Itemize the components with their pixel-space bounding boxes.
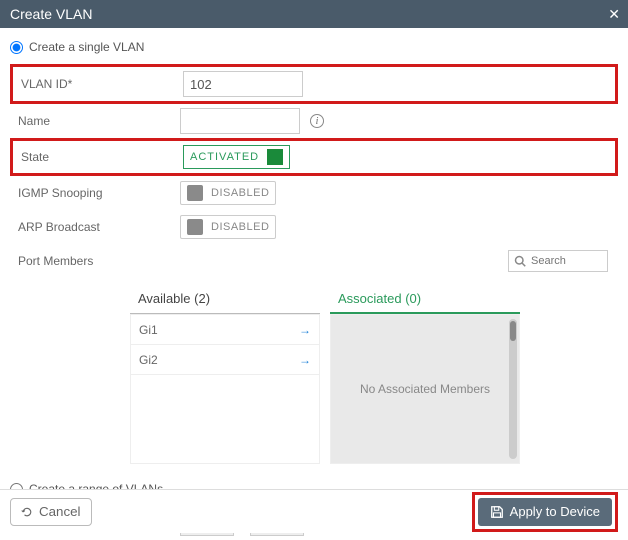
associated-panel: Associated (0) No Associated Members <box>330 284 520 464</box>
port-members-label: Port Members <box>10 254 180 268</box>
close-icon[interactable]: ✕ <box>608 0 620 28</box>
cancel-button[interactable]: Cancel <box>10 498 92 526</box>
list-item[interactable]: Gi1 → <box>131 315 319 345</box>
arrow-right-icon[interactable]: → <box>299 353 311 367</box>
dialog-footer: Cancel Apply to Device <box>0 489 628 533</box>
port-name: Gi1 <box>139 323 158 337</box>
state-value: ACTIVATED <box>190 151 259 163</box>
state-label: State <box>13 150 183 164</box>
associated-empty-label: No Associated Members <box>360 382 490 396</box>
arp-value: DISABLED <box>211 221 269 233</box>
dialog-titlebar: Create VLAN ✕ <box>0 0 628 28</box>
igmp-indicator-icon <box>187 185 203 201</box>
scrollbar[interactable] <box>509 319 517 459</box>
undo-icon <box>21 506 33 518</box>
apply-button[interactable]: Apply to Device <box>478 498 612 526</box>
list-item[interactable]: Gi2 → <box>131 345 319 375</box>
search-icon <box>514 255 526 267</box>
cancel-label: Cancel <box>39 504 81 519</box>
igmp-value: DISABLED <box>211 187 269 199</box>
port-name: Gi2 <box>139 353 158 367</box>
arp-toggle[interactable]: DISABLED <box>180 215 276 239</box>
info-icon[interactable]: i <box>310 114 324 128</box>
arrow-right-icon[interactable]: → <box>299 323 311 337</box>
dialog-title: Create VLAN <box>10 6 92 22</box>
name-input[interactable] <box>180 108 300 134</box>
state-indicator-icon <box>267 149 283 165</box>
save-icon <box>490 505 504 519</box>
mode-single-input[interactable] <box>10 41 23 54</box>
associated-header: Associated (0) <box>330 284 520 314</box>
vlan-id-label: VLAN ID* <box>13 77 183 91</box>
mode-single-label: Create a single VLAN <box>29 40 144 54</box>
state-toggle[interactable]: ACTIVATED <box>183 145 290 169</box>
scrollbar-thumb[interactable] <box>510 321 516 341</box>
arp-indicator-icon <box>187 219 203 235</box>
arp-label: ARP Broadcast <box>10 220 180 234</box>
available-panel: Available (2) Gi1 → Gi2 → <box>130 284 320 464</box>
available-header: Available (2) <box>130 284 320 314</box>
igmp-toggle[interactable]: DISABLED <box>180 181 276 205</box>
apply-label: Apply to Device <box>510 504 600 519</box>
igmp-label: IGMP Snooping <box>10 186 180 200</box>
vlan-id-input[interactable] <box>183 71 303 97</box>
name-label: Name <box>10 114 180 128</box>
mode-single-radio[interactable]: Create a single VLAN <box>10 40 618 54</box>
